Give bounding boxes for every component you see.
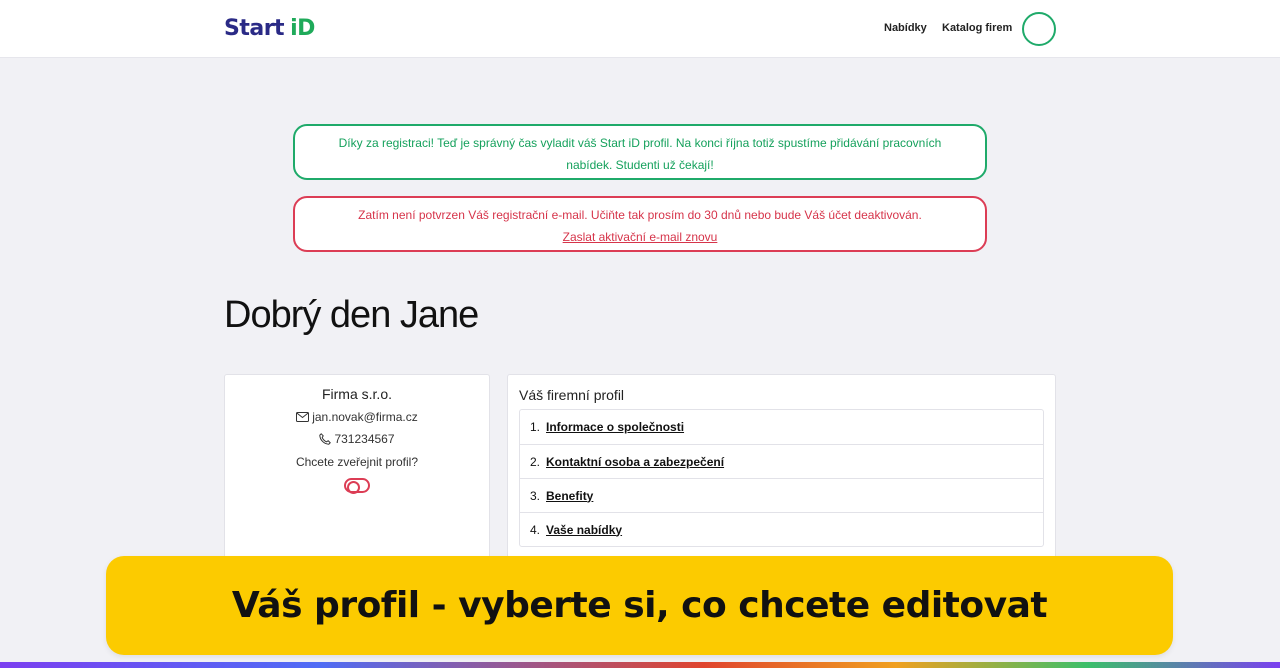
nav-catalog-link[interactable]: Katalog firem bbox=[942, 22, 1012, 34]
phone-line: 731234567 bbox=[225, 432, 489, 446]
rainbow-bottom-bar bbox=[0, 662, 1280, 668]
company-name: Firma s.r.o. bbox=[321, 386, 392, 402]
success-alert-text: Díky za registraci! Teď je správný čas v… bbox=[338, 136, 942, 172]
list-item-number: 3. bbox=[530, 488, 541, 503]
caption-banner: Váš profil - vyberte si, co chcete edito… bbox=[106, 556, 1173, 655]
publish-profile-question: Chcete zveřejnit profil? bbox=[295, 455, 419, 469]
email-unverified-alert: Zatím není potvrzen Váš registrační e-ma… bbox=[293, 196, 987, 252]
company-profile-title: Váš firemní profil bbox=[519, 387, 625, 403]
greeting-heading: Dobrý den Jane bbox=[224, 294, 479, 336]
contact-security-link[interactable]: Kontaktní osoba a zabezpečení bbox=[546, 455, 724, 469]
list-item: 3. Benefity bbox=[520, 478, 1043, 512]
banner-text: Váš profil - vyberte si, co chcete edito… bbox=[231, 585, 1048, 626]
benefits-link[interactable]: Benefity bbox=[546, 489, 593, 503]
list-item-number: 4. bbox=[530, 522, 541, 537]
list-item-number: 2. bbox=[530, 454, 541, 469]
company-profile-card: Váš firemní profil 1. Informace o společ… bbox=[507, 374, 1056, 564]
phone-icon bbox=[319, 433, 332, 445]
list-item: 4. Vaše nabídky bbox=[520, 512, 1043, 546]
profile-sections-list: 1. Informace o společnosti 2. Kontaktní … bbox=[519, 409, 1044, 547]
company-info-link[interactable]: Informace o společnosti bbox=[546, 420, 684, 434]
contact-email: jan.novak@firma.cz bbox=[312, 410, 418, 424]
publish-profile-toggle[interactable] bbox=[344, 478, 370, 494]
company-contact-card: Firma s.r.o. jan.novak@firma.cz 73123456… bbox=[224, 374, 490, 564]
logo-start-text: Start bbox=[224, 16, 285, 41]
envelope-icon bbox=[296, 412, 310, 422]
danger-alert-text: Zatím není potvrzen Váš registrační e-ma… bbox=[358, 208, 922, 222]
logo-id-text: iD bbox=[290, 16, 315, 41]
your-offers-link[interactable]: Vaše nabídky bbox=[546, 523, 622, 537]
list-item: 1. Informace o společnosti bbox=[520, 410, 1043, 444]
resend-activation-email-link[interactable]: Zaslat aktivační e-mail znovu bbox=[563, 230, 718, 244]
nav-offers-link[interactable]: Nabídky bbox=[884, 22, 927, 34]
top-header: Start iD Nabídky Katalog firem bbox=[0, 0, 1280, 58]
registration-success-alert: Díky za registraci! Teď je správný čas v… bbox=[293, 124, 987, 180]
email-line: jan.novak@firma.cz bbox=[225, 410, 489, 424]
list-item: 2. Kontaktní osoba a zabezpečení bbox=[520, 444, 1043, 478]
contact-phone: 731234567 bbox=[334, 432, 395, 446]
user-avatar[interactable] bbox=[1022, 12, 1056, 46]
start-id-logo[interactable]: Start iD bbox=[224, 16, 315, 41]
list-item-number: 1. bbox=[530, 420, 541, 434]
